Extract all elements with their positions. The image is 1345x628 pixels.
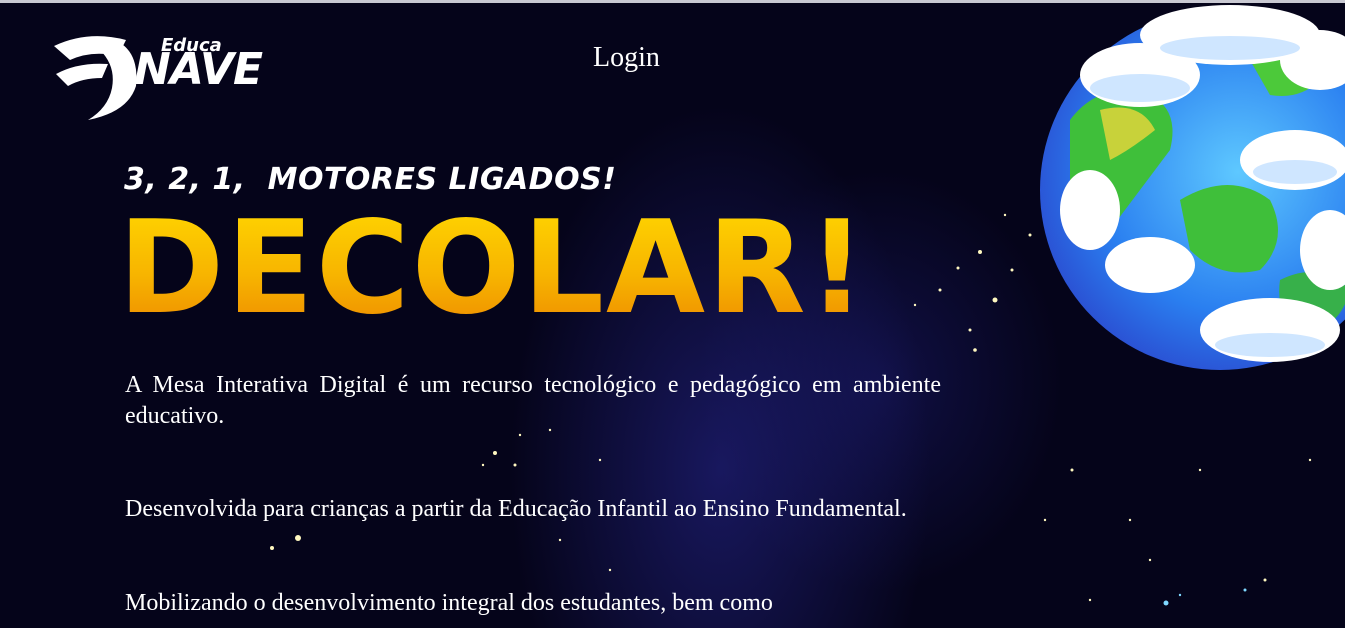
hero-tagline: 3, 2, 1, MOTORES LIGADOS! (124, 162, 617, 197)
login-link[interactable]: Login (593, 42, 660, 74)
landing-page: Educa NAVE Login 3, 2, 1, MOTORES LIGADO… (0, 0, 1345, 628)
hero-paragraph-audience: Desenvolvida para crianças a partir da E… (125, 496, 907, 522)
hero-paragraph-development: Mobilizando o desenvolvimento integral d… (125, 590, 773, 616)
educanave-logo[interactable]: Educa NAVE (48, 16, 263, 124)
logo-nave-text: NAVE (134, 44, 263, 95)
hero-paragraph-intro: A Mesa Interativa Digital é um recurso t… (125, 372, 941, 429)
earth-planet-icon (1040, 5, 1345, 370)
hero-headline: DECOLAR! (118, 194, 868, 343)
